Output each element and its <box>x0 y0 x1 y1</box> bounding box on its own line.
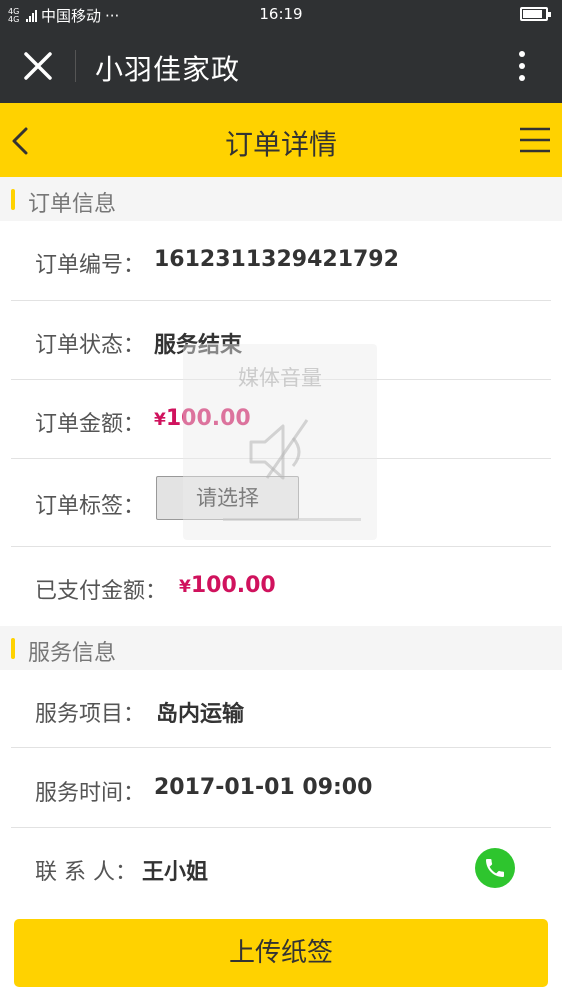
service-item-label: 服务项目： <box>35 702 146 727</box>
paid-amount-row: 已支付金额： ¥100.00 <box>11 547 551 626</box>
footer-bar: 上传纸签 <box>0 906 562 1000</box>
order-number-label: 订单编号： <box>35 253 146 278</box>
order-amount-value: ¥100.00 <box>154 406 251 431</box>
contact-label: 联 系 人： <box>35 860 137 885</box>
service-time-value: 2017-01-01 09:00 <box>154 775 373 800</box>
service-item-value: 岛内运输 <box>156 702 245 727</box>
currency-symbol: ¥ <box>179 577 191 597</box>
menu-icon[interactable] <box>518 125 552 155</box>
wechat-title-bar: 小羽佳家政 <box>0 28 562 103</box>
amount-number: 100.00 <box>165 406 251 431</box>
close-icon[interactable] <box>20 48 56 84</box>
page-title: 订单详情 <box>224 128 337 161</box>
order-status-label: 订单状态： <box>35 333 146 358</box>
app-title: 小羽佳家政 <box>95 53 241 86</box>
upload-signature-button[interactable]: 上传纸签 <box>14 919 548 987</box>
service-item-row: 服务项目： 岛内运输 <box>11 670 551 748</box>
order-info-section-header: 订单信息 <box>0 177 562 221</box>
title-divider <box>75 50 76 82</box>
order-tag-label: 订单标签： <box>35 494 146 519</box>
section-marker <box>11 189 15 210</box>
paid-amount-label: 已支付金额： <box>35 579 168 604</box>
section-title: 服务信息 <box>28 641 117 666</box>
section-marker <box>11 638 15 659</box>
contact-value: 王小姐 <box>142 860 209 885</box>
order-amount-label: 订单金额： <box>35 412 146 437</box>
paid-number: 100.00 <box>190 573 276 598</box>
page-header: 订单详情 <box>0 103 562 177</box>
contact-row: 联 系 人： 王小姐 <box>11 828 551 908</box>
service-info-section-header: 服务信息 <box>0 626 562 670</box>
order-status-value: 服务结束 <box>154 333 243 358</box>
tag-select-button[interactable]: 请选择 <box>156 476 299 520</box>
status-time: 16:19 <box>259 5 303 23</box>
order-number-value: 1612311329421792 <box>154 247 399 272</box>
battery-icon <box>520 7 551 21</box>
order-number-row: 订单编号： 1612311329421792 <box>11 221 551 301</box>
phone-icon <box>486 859 504 877</box>
section-title: 订单信息 <box>28 192 117 217</box>
order-status-row: 订单状态： 服务结束 <box>11 301 551 380</box>
status-bar: 4G 4G 中国移动 ··· 16:19 <box>0 0 562 28</box>
service-time-label: 服务时间： <box>35 781 146 806</box>
order-amount-row: 订单金额： ¥100.00 <box>11 380 551 459</box>
more-options-icon[interactable] <box>512 48 532 84</box>
currency-symbol: ¥ <box>154 410 166 430</box>
service-time-row: 服务时间： 2017-01-01 09:00 <box>11 748 551 828</box>
paid-amount-value: ¥100.00 <box>179 573 276 598</box>
call-button[interactable] <box>475 848 515 888</box>
order-tag-row: 订单标签： 请选择 <box>11 459 551 547</box>
